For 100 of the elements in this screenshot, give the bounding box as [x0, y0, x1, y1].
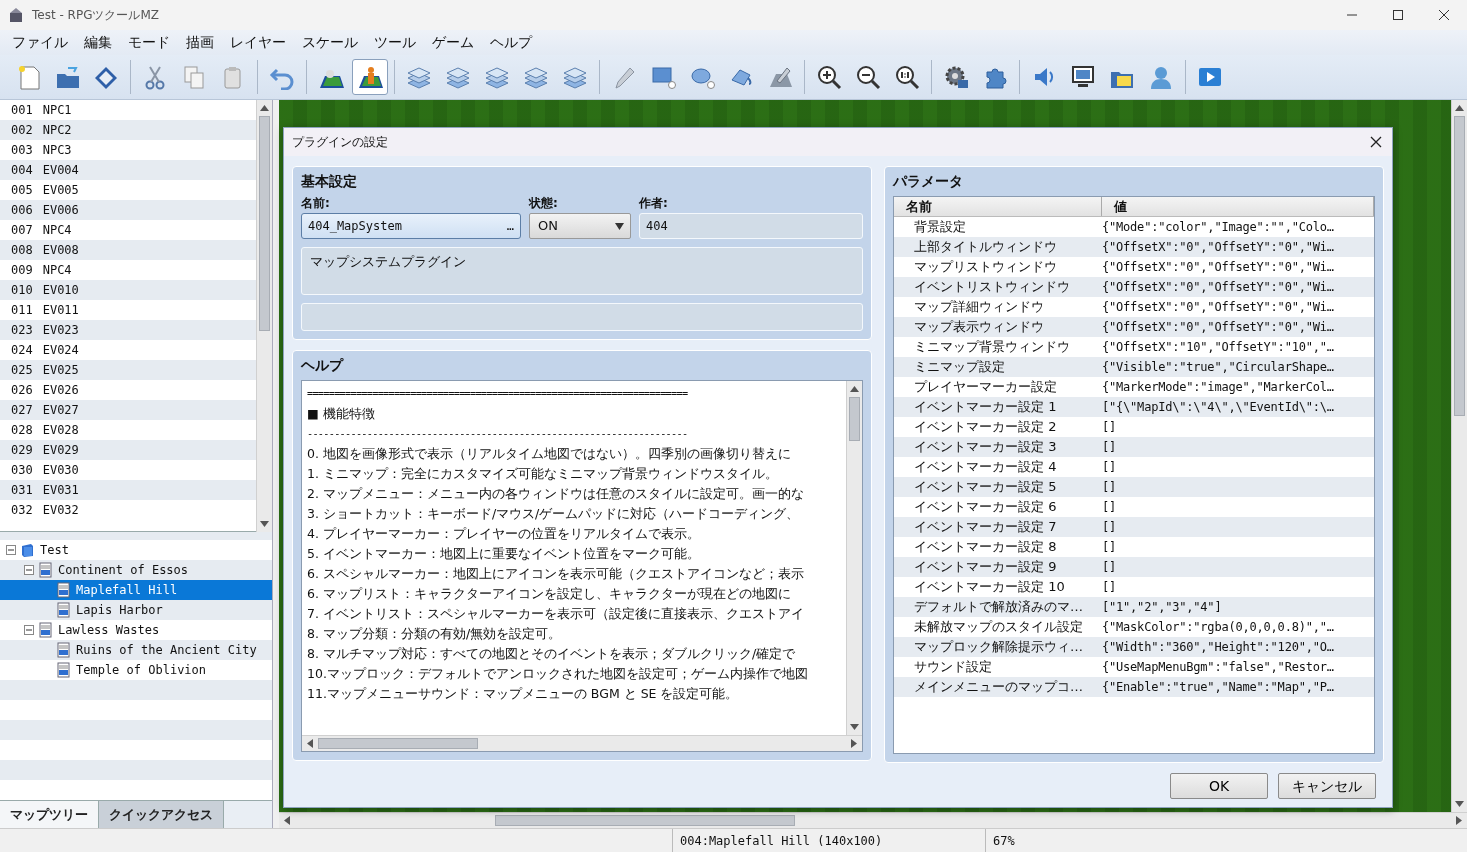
scrollbar[interactable]: [846, 381, 862, 735]
event-row[interactable]: 027 EV027: [0, 400, 256, 420]
parameter-row[interactable]: イベントマーカー設定 3 []: [894, 437, 1374, 457]
collapse-icon[interactable]: [6, 545, 16, 555]
scrollbar[interactable]: [1451, 100, 1467, 812]
menu-item[interactable]: モード: [120, 32, 178, 53]
parameter-row[interactable]: メインメニューのマップコ… {"Enable":"true","Name":"Map","P…: [894, 677, 1374, 697]
scrollbar-thumb[interactable]: [259, 116, 270, 331]
close-icon[interactable]: [1438, 9, 1450, 21]
scrollbar-thumb[interactable]: [495, 815, 795, 826]
menu-item[interactable]: スケール: [294, 32, 366, 53]
menu-item[interactable]: レイヤー: [222, 32, 294, 53]
figure-on-tile-button[interactable]: [352, 59, 388, 95]
browse-button[interactable]: …: [506, 217, 514, 235]
tree-item[interactable]: Maplefall Hill: [0, 580, 272, 600]
parameter-name: イベントマーカー設定 9: [913, 558, 1058, 577]
parameter-row[interactable]: イベントマーカー設定 5 []: [894, 477, 1374, 497]
event-row[interactable]: 031 EV031: [0, 480, 256, 500]
scrollbar-thumb[interactable]: [849, 397, 860, 441]
event-row[interactable]: 006 EV006: [0, 200, 256, 220]
tree-item[interactable]: Lawless Wastes: [0, 620, 272, 640]
panel-tab[interactable]: マップツリー: [0, 801, 99, 828]
event-row[interactable]: 030 EV030: [0, 460, 256, 480]
event-row[interactable]: 029 EV029: [0, 440, 256, 460]
event-row[interactable]: 023 EV023: [0, 320, 256, 340]
parameter-row[interactable]: イベントリストウィンドウ {"OffsetX":"0","OffsetY":"0","Wi…: [894, 277, 1374, 297]
author-field[interactable]: 404: [639, 213, 863, 239]
tree-item[interactable]: Ruins of the Ancient City: [0, 640, 272, 660]
parameter-row[interactable]: イベントマーカー設定 6 []: [894, 497, 1374, 517]
parameter-name: イベントマーカー設定 4: [913, 458, 1058, 477]
dialog-button[interactable]: OK: [1170, 773, 1268, 799]
parameter-row[interactable]: ミニマップ背景ウィンドウ {"OffsetX":"10","OffsetY":"10","…: [894, 337, 1374, 357]
event-row[interactable]: 004 EV004: [0, 160, 256, 180]
event-row[interactable]: 024 EV024: [0, 340, 256, 360]
parameter-row[interactable]: イベントマーカー設定 2 []: [894, 417, 1374, 437]
close-button[interactable]: [1368, 134, 1384, 150]
parameter-row[interactable]: サウンド設定 {"UseMapMenuBgm":"false","Restor…: [894, 657, 1374, 677]
dialog-button[interactable]: キャンセル: [1278, 773, 1376, 799]
scrollbar[interactable]: [302, 735, 862, 751]
parameter-row[interactable]: プレイヤーマーカー設定 {"MarkerMode":"image","MarkerCol…: [894, 377, 1374, 397]
parameter-row[interactable]: イベントマーカー設定 9 []: [894, 557, 1374, 577]
event-row[interactable]: 010 EV010: [0, 280, 256, 300]
event-row[interactable]: 025 EV025: [0, 360, 256, 380]
event-row[interactable]: 002 NPC2: [0, 120, 256, 140]
tree-item[interactable]: Test: [0, 540, 272, 560]
event-row[interactable]: 005 EV005: [0, 180, 256, 200]
parameter-row[interactable]: ミニマップ設定 {"Visible":"true","CircularShape…: [894, 357, 1374, 377]
collapse-icon[interactable]: [24, 625, 34, 635]
scroll-left-icon: [284, 816, 290, 825]
scrollbar-thumb[interactable]: [318, 738, 478, 749]
help-line: 2. マップメニュー：メニュー内の各ウィンドウは任意のスタイルに設定可。画一的な: [306, 485, 805, 503]
tree-item[interactable]: Continent of Essos: [0, 560, 272, 580]
event-row[interactable]: 032 EV032: [0, 500, 256, 520]
parameter-row[interactable]: イベントマーカー設定 10 []: [894, 577, 1374, 597]
event-number: 025: [11, 362, 33, 379]
event-row[interactable]: 007 NPC4: [0, 220, 256, 240]
status-dropdown[interactable]: ON: [529, 213, 631, 239]
event-row[interactable]: 001 NPC1: [0, 100, 256, 120]
menu-item[interactable]: ゲーム: [424, 32, 482, 53]
parameter-row[interactable]: 背景設定 {"Mode":"color","Image":"","Colo…: [894, 217, 1374, 237]
tree-item[interactable]: Lapis Harbor: [0, 600, 272, 620]
scrollbar[interactable]: [279, 812, 1467, 828]
description-field[interactable]: マップシステムプラグイン: [301, 247, 863, 295]
event-row[interactable]: 028 EV028: [0, 420, 256, 440]
scrollbar-thumb[interactable]: [1454, 116, 1465, 416]
tree-item[interactable]: Temple of Oblivion: [0, 660, 272, 680]
menu-item[interactable]: 描画: [178, 32, 222, 53]
parameter-value: []: [1102, 579, 1117, 596]
menu-item[interactable]: ツール: [366, 32, 424, 53]
scrollbar[interactable]: [256, 100, 272, 532]
map-page-icon: [55, 662, 71, 678]
parameter-row[interactable]: マップリストウィンドウ {"OffsetX":"0","OffsetY":"0","Wi…: [894, 257, 1374, 277]
event-row[interactable]: 026 EV026: [0, 380, 256, 400]
parameter-row[interactable]: マップロック解除提示ウィ… {"Width":"360","Height":"120","O…: [894, 637, 1374, 657]
text-field[interactable]: [301, 303, 863, 331]
menu-item[interactable]: ファイル: [4, 32, 76, 53]
parameter-row[interactable]: 未解放マップのスタイル設定 {"MaskColor":"rgba(0,0,0,0.8)","…: [894, 617, 1374, 637]
name-field[interactable]: 404_MapSystem …: [301, 213, 521, 239]
parameter-row[interactable]: イベントマーカー設定 8 []: [894, 537, 1374, 557]
parameter-row[interactable]: イベントマーカー設定 4 []: [894, 457, 1374, 477]
event-row[interactable]: 009 NPC4: [0, 260, 256, 280]
event-row[interactable]: 011 EV011: [0, 300, 256, 320]
parameter-row[interactable]: イベントマーカー設定 1 ["{\"MapId\":\"4\",\"EventId\":\…: [894, 397, 1374, 417]
event-row[interactable]: 008 EV008: [0, 240, 256, 260]
menu-item[interactable]: ヘルプ: [482, 32, 540, 53]
column-header[interactable]: 値: [1102, 197, 1374, 216]
parameter-row[interactable]: 上部タイトルウィンドウ {"OffsetX":"0","OffsetY":"0","Wi…: [894, 237, 1374, 257]
parameter-row[interactable]: デフォルトで解放済みのマ… ["1","2","3","4"]: [894, 597, 1374, 617]
tree-item-label: Ruins of the Ancient City: [75, 642, 258, 659]
column-header[interactable]: 名前: [894, 197, 1102, 216]
parameter-row[interactable]: イベントマーカー設定 7 []: [894, 517, 1374, 537]
zoom-in-icon: [816, 64, 842, 90]
parameter-row[interactable]: マップ表示ウィンドウ {"OffsetX":"0","OffsetY":"0","Wi…: [894, 317, 1374, 337]
menu-item[interactable]: 編集: [76, 32, 120, 53]
maximize-icon[interactable]: [1392, 9, 1404, 21]
panel-tab[interactable]: クイックアクセス: [99, 801, 224, 828]
parameter-row[interactable]: マップ詳細ウィンドウ {"OffsetX":"0","OffsetY":"0","Wi…: [894, 297, 1374, 317]
event-row[interactable]: 003 NPC3: [0, 140, 256, 160]
parameter-name: マップロック解除提示ウィ…: [913, 638, 1084, 657]
collapse-icon[interactable]: [24, 565, 34, 575]
